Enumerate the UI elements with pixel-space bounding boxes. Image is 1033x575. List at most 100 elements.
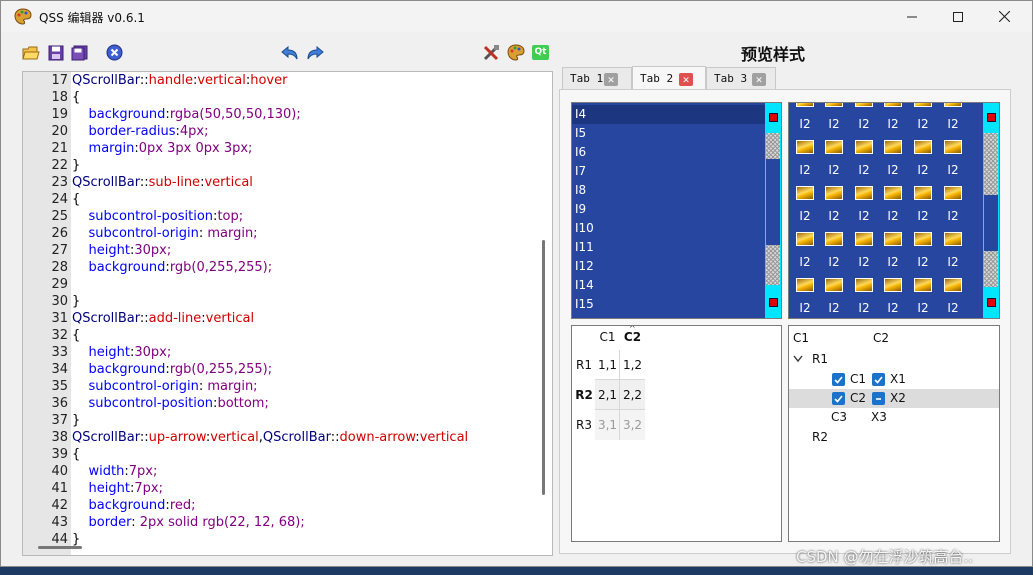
- icon-scroll-up-arrow-icon[interactable]: [987, 113, 996, 122]
- code-line[interactable]: 38 QScrollBar::up-arrow:vertical,QScrollB…: [23, 429, 535, 446]
- icon-list-item-label[interactable]: I2: [796, 117, 814, 131]
- image-icon[interactable]: [944, 140, 962, 154]
- code-line[interactable]: 35 subcontrol-origin: margin;: [23, 378, 535, 395]
- image-icon[interactable]: [944, 186, 962, 200]
- qt-button[interactable]: Qt: [530, 42, 551, 63]
- icon-list-item-label[interactable]: I2: [884, 301, 902, 315]
- tab-2-close-icon[interactable]: ✕: [679, 73, 693, 86]
- icon-list-item-label[interactable]: I2: [796, 301, 814, 315]
- image-icon[interactable]: [884, 140, 902, 154]
- list-item[interactable]: I10: [575, 219, 594, 238]
- open-file-button[interactable]: [20, 42, 41, 63]
- image-icon[interactable]: [855, 232, 873, 246]
- list-widget[interactable]: I4 I5 I6 I7 I8 I9 I10 I11 I12 I14 I15: [571, 102, 782, 319]
- icon-list-item-label[interactable]: I2: [914, 255, 932, 269]
- tab-3-close-icon[interactable]: ✕: [752, 73, 766, 86]
- code-line[interactable]: 23 QScrollBar::sub-line:vertical: [23, 174, 535, 191]
- icon-list-item-label[interactable]: I2: [825, 255, 843, 269]
- list-item[interactable]: I6: [575, 143, 586, 162]
- icon-list-item-label[interactable]: I2: [884, 163, 902, 177]
- scroll-handle[interactable]: [766, 159, 780, 245]
- tree-header-c1[interactable]: C1: [793, 331, 809, 345]
- tree-widget[interactable]: C1 C2 R1 C1 X1 C2 X2 C3 X3 R2: [788, 325, 1000, 542]
- maximize-button[interactable]: [935, 1, 981, 32]
- tab-2[interactable]: Tab 2 ✕: [632, 66, 706, 89]
- table-cell[interactable]: 2,1: [595, 388, 620, 402]
- code-line[interactable]: 24 {: [23, 191, 535, 208]
- icon-list-item-label[interactable]: I2: [825, 209, 843, 223]
- icon-list-item-label[interactable]: I2: [944, 255, 962, 269]
- code-line[interactable]: 44}: [23, 531, 535, 548]
- list-item[interactable]: I9: [575, 200, 586, 219]
- scroll-down-arrow-icon[interactable]: [769, 298, 778, 307]
- image-icon[interactable]: [914, 140, 932, 154]
- code-line[interactable]: 17 QScrollBar::handle:vertical:hover: [23, 72, 535, 89]
- code-line[interactable]: 19 background:rgba(50,50,50,130);: [23, 106, 535, 123]
- icon-list-item-label[interactable]: I2: [884, 209, 902, 223]
- list-item[interactable]: I8: [575, 181, 586, 200]
- icon-list-item-label[interactable]: I2: [796, 209, 814, 223]
- editor-vertical-scrollbar[interactable]: [542, 240, 545, 495]
- list-item[interactable]: I15: [575, 295, 594, 314]
- icon-list-item-label[interactable]: I2: [884, 255, 902, 269]
- code-line[interactable]: 40 width:7px;: [23, 463, 535, 480]
- code-line[interactable]: 27 height:30px;: [23, 242, 535, 259]
- table-row-header-3[interactable]: R3: [574, 418, 594, 432]
- tree-header-c2[interactable]: C2: [873, 331, 889, 345]
- code-line[interactable]: 28 background:rgb(0,255,255);: [23, 259, 535, 276]
- save-button[interactable]: [45, 42, 66, 63]
- image-icon[interactable]: [796, 186, 814, 200]
- redo-button[interactable]: [304, 42, 325, 63]
- image-icon[interactable]: [796, 140, 814, 154]
- code-line[interactable]: 18 {: [23, 89, 535, 106]
- image-icon[interactable]: [914, 186, 932, 200]
- list-scrollbar[interactable]: [765, 103, 781, 318]
- undo-button[interactable]: [279, 42, 300, 63]
- close-window-button[interactable]: [981, 1, 1027, 32]
- code-line[interactable]: 26 subcontrol-origin: margin;: [23, 225, 535, 242]
- scroll-up-arrow-icon[interactable]: [769, 113, 778, 122]
- palette-button[interactable]: [505, 42, 526, 63]
- icon-list-item-label[interactable]: I2: [825, 163, 843, 177]
- code-line[interactable]: 30}: [23, 293, 535, 310]
- code-line[interactable]: 42 background:red;: [23, 497, 535, 514]
- image-icon[interactable]: [914, 232, 932, 246]
- tab-1-close-icon[interactable]: ✕: [604, 73, 618, 86]
- code-line[interactable]: 22}: [23, 157, 535, 174]
- icon-scroll-handle[interactable]: [984, 195, 998, 251]
- close-file-button[interactable]: [104, 42, 125, 63]
- code-line[interactable]: 31 QScrollBar::add-line:vertical: [23, 310, 535, 327]
- image-icon[interactable]: [884, 278, 902, 292]
- code-line[interactable]: 41 height:7px;: [23, 480, 535, 497]
- image-icon[interactable]: [884, 232, 902, 246]
- list-item[interactable]: I12: [575, 257, 594, 276]
- tools-button[interactable]: [480, 42, 501, 63]
- table-row-header-1[interactable]: R1: [574, 358, 594, 372]
- checkbox-checked-icon[interactable]: [872, 373, 885, 386]
- icon-list-item-label[interactable]: I2: [855, 209, 873, 223]
- image-icon[interactable]: [855, 186, 873, 200]
- code-line[interactable]: 20 border-radius:4px;: [23, 123, 535, 140]
- image-icon[interactable]: [855, 140, 873, 154]
- code-line[interactable]: 33 height:30px;: [23, 344, 535, 361]
- tree-root-r1[interactable]: R1: [812, 352, 828, 366]
- list-item[interactable]: I14: [575, 276, 594, 295]
- icon-list-item-label[interactable]: I2: [914, 117, 932, 131]
- code-line[interactable]: 39 {: [23, 446, 535, 463]
- code-line[interactable]: 34 background:rgb(0,255,255);: [23, 361, 535, 378]
- icon-list-item-label[interactable]: I2: [855, 301, 873, 315]
- image-icon[interactable]: [825, 278, 843, 292]
- icon-list-scrollbar[interactable]: [983, 103, 999, 318]
- image-icon[interactable]: [825, 140, 843, 154]
- icon-list-item-label[interactable]: I2: [914, 163, 932, 177]
- chevron-down-icon[interactable]: [793, 355, 803, 363]
- code-line[interactable]: 36 subcontrol-position:bottom;: [23, 395, 535, 412]
- icon-list-item-label[interactable]: I2: [796, 255, 814, 269]
- tree-row-selected[interactable]: C2 X2: [789, 389, 999, 408]
- icon-list-item-label[interactable]: I2: [914, 209, 932, 223]
- checkbox-checked-icon[interactable]: [832, 373, 845, 386]
- icon-list-item-label[interactable]: I2: [855, 255, 873, 269]
- image-icon[interactable]: [825, 232, 843, 246]
- table-cell[interactable]: 2,2: [620, 388, 645, 402]
- image-icon[interactable]: [884, 186, 902, 200]
